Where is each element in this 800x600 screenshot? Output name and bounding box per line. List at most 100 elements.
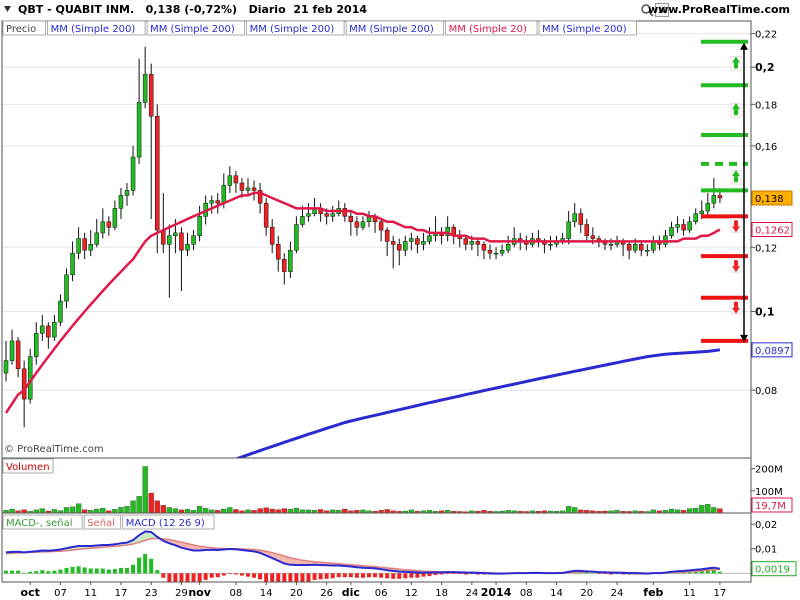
candle-body xyxy=(221,185,227,204)
date-tick-label: 23 xyxy=(145,588,158,599)
candle-body xyxy=(493,252,499,255)
chart-frames: © ProRealTime.com 0,22 0,2 0,18 0,16 0,12 0,1 0… xyxy=(1,20,797,583)
date-tick-label: 20 xyxy=(290,588,303,599)
macd-histogram-bar xyxy=(131,564,136,574)
date-tick-label: 29 xyxy=(175,588,188,599)
candle-body xyxy=(276,244,281,260)
volume-bar xyxy=(221,508,227,513)
macd-histogram-bar xyxy=(88,568,93,574)
arrow-up-stem xyxy=(734,62,738,69)
candle-body xyxy=(9,340,15,361)
macd-histogram-bar xyxy=(94,568,99,574)
candle-body xyxy=(499,249,505,254)
candle-body xyxy=(505,244,511,251)
macd-histogram-bar xyxy=(70,566,75,574)
candle-body xyxy=(578,213,583,225)
candle-body xyxy=(185,244,190,251)
candle-body xyxy=(106,221,112,228)
macd-histogram-bar xyxy=(288,573,293,582)
date-tick-label: 24 xyxy=(465,588,478,599)
price-legend-label: Precio xyxy=(6,24,36,35)
volume-bar xyxy=(233,509,239,513)
macd-histogram-bar xyxy=(143,553,148,574)
candle-body xyxy=(397,244,402,251)
macd-histogram-bar xyxy=(209,573,214,578)
price-legend-label: MM (Simple 200) xyxy=(150,24,235,35)
volume-bar xyxy=(184,509,191,513)
date-tick-label: feb xyxy=(643,586,663,599)
candle-body xyxy=(233,175,239,184)
candle-body xyxy=(58,300,63,323)
candle-body xyxy=(669,227,674,236)
macd-histogram-bar xyxy=(4,570,8,574)
price-tick-label: 0,08 xyxy=(755,386,777,397)
macd-histogram-bar xyxy=(76,566,81,574)
macd-histogram-bar xyxy=(215,573,220,578)
macd-histogram-bar xyxy=(312,573,317,580)
price-panel xyxy=(2,33,751,458)
volume-legend-label: Volumen xyxy=(6,462,50,473)
macd-histogram-bar xyxy=(233,573,238,575)
macd-histogram-bar xyxy=(457,573,462,574)
macd-histogram-bar xyxy=(451,573,456,574)
candle-body xyxy=(475,241,481,245)
candle-body xyxy=(409,238,414,242)
macd-histogram-bar xyxy=(191,573,196,582)
macd-histogram-bar xyxy=(118,567,123,574)
candle-body xyxy=(300,216,305,225)
macd-histogram-bar xyxy=(264,573,269,582)
macd-histogram-bar xyxy=(336,573,341,578)
stock-chart[interactable]: oct 07 11 17 23 29 nov 08 14 20 26 dic 06 12 18 24 2014 0… xyxy=(0,0,800,600)
candle-body xyxy=(209,200,214,204)
candle-body xyxy=(251,187,257,191)
macd-histogram-bar xyxy=(28,571,33,574)
volume-bar xyxy=(711,507,717,513)
macd-histogram-bar xyxy=(167,573,172,582)
volume-bar xyxy=(118,507,124,513)
date-tick-label: dic xyxy=(342,586,360,599)
volume-bar xyxy=(172,508,179,513)
candle-body xyxy=(590,235,596,239)
candle-body xyxy=(294,224,299,251)
arrow-down-stem xyxy=(734,260,738,267)
volume-panel-frame xyxy=(1,457,752,514)
price-tag-label: 0,1262 xyxy=(755,226,790,237)
candle-body xyxy=(427,235,432,242)
candle-body xyxy=(584,224,590,236)
volume-bar xyxy=(63,507,70,513)
arrow-up-stem xyxy=(734,109,738,116)
volume-bar xyxy=(668,508,675,513)
arrow-down-stem xyxy=(734,220,738,227)
arrow-up-icon xyxy=(740,42,748,50)
macd-histogram-bar xyxy=(239,573,244,576)
candle-body xyxy=(639,244,644,251)
volume-bar xyxy=(9,508,15,513)
volume-bar xyxy=(342,508,348,513)
candle-body xyxy=(632,244,638,251)
candle-body xyxy=(94,232,99,245)
macd-histogram-bar xyxy=(397,573,402,579)
macd-histogram-bar xyxy=(360,573,365,578)
candle-body xyxy=(173,232,178,236)
candle-body xyxy=(15,340,21,370)
candle-body xyxy=(269,227,275,245)
candle-body xyxy=(717,195,723,199)
candle-body xyxy=(215,200,220,204)
date-tick-label: 07 xyxy=(54,588,67,599)
candle-body xyxy=(663,235,668,245)
macd-histogram-bar xyxy=(22,572,27,574)
volume-bar xyxy=(160,505,166,513)
candle-body xyxy=(681,224,686,231)
macd-histogram-bar xyxy=(445,573,450,574)
candle-body xyxy=(687,221,692,231)
candle-body xyxy=(403,241,408,251)
candle-body xyxy=(608,244,614,246)
macd-histogram-bar xyxy=(125,567,129,574)
date-tick-label: 14 xyxy=(550,588,563,599)
date-tick-label: 18 xyxy=(435,588,448,599)
candle-body xyxy=(130,156,136,191)
candle-body xyxy=(342,208,348,217)
volume-bar xyxy=(69,506,76,513)
price-legend-label: MM (Simple 20) xyxy=(449,24,527,35)
volume-bar xyxy=(287,508,294,513)
